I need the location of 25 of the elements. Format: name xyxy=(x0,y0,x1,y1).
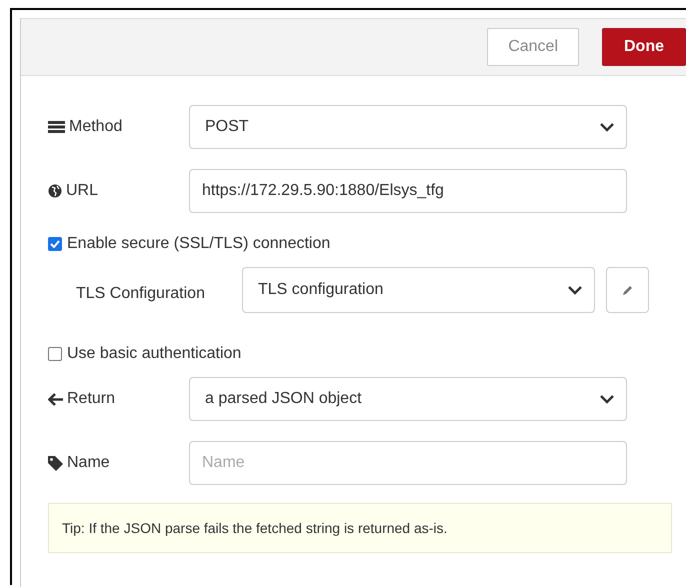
select-field[interactable]: POST xyxy=(189,105,627,149)
input-field[interactable]: https://172.29.5.90:1880/Elsys_tfg xyxy=(189,169,627,213)
chevron-icon xyxy=(568,286,582,294)
tip-text: Tip: If the JSON parse fails the fetched string is returned as-is. xyxy=(48,503,672,553)
field-label: URL xyxy=(66,182,98,200)
cancel-button[interactable]: Cancel xyxy=(487,28,579,66)
arrow-left-icon xyxy=(48,392,63,406)
select-field[interactable]: a parsed JSON object xyxy=(189,377,627,421)
checkbox[interactable] xyxy=(48,347,62,361)
field-label: Method xyxy=(69,118,122,136)
list-icon xyxy=(48,121,65,133)
globe-icon xyxy=(48,184,62,198)
select-field[interactable]: TLS configuration xyxy=(242,267,595,313)
field-label: Return xyxy=(67,390,116,408)
chevron-icon xyxy=(600,122,614,132)
done-button[interactable]: Done xyxy=(602,28,686,66)
input-field[interactable]: Name xyxy=(189,441,627,485)
field-label: TLS Configuration xyxy=(76,284,206,303)
checkbox-label: Enable secure (SSL/TLS) connection xyxy=(67,235,330,253)
checkbox[interactable] xyxy=(48,237,62,251)
tag-icon xyxy=(48,456,63,470)
pencil-icon xyxy=(622,284,634,296)
chevron-icon xyxy=(600,394,614,404)
field-label: Name xyxy=(67,454,110,472)
checkbox-label: Use basic authentication xyxy=(67,345,242,363)
